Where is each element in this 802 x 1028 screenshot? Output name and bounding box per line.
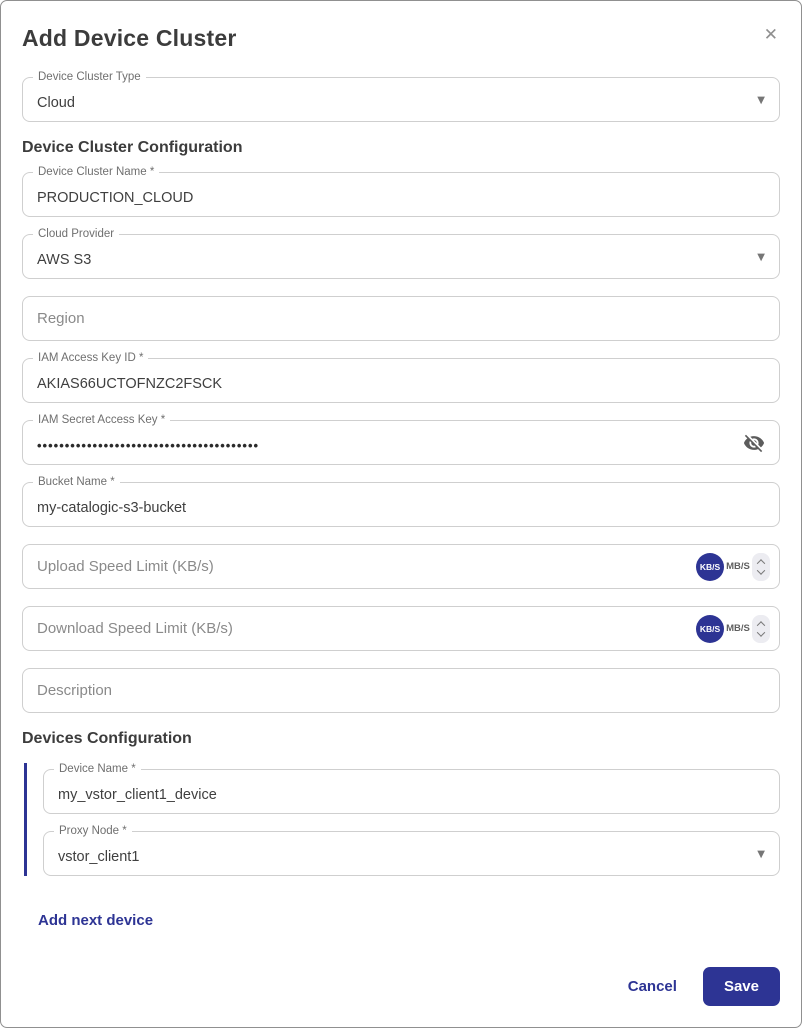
devices-configuration-heading: Devices Configuration [22,730,192,747]
cloud-provider-label: Cloud Provider [33,228,120,242]
cluster-configuration-heading: Device Cluster Configuration [22,139,243,156]
device-cluster-type-label: Device Cluster Type [33,71,146,85]
iam-secret-access-key-label: IAM Secret Access Key * [33,414,171,428]
download-speed-limit-field: KB/S MB/S [22,606,780,651]
add-device-cluster-modal: Add Device Cluster ✕ Device Cluster Type… [0,0,802,1028]
device-name-label: Device Name * [54,763,141,777]
save-button[interactable]: Save [702,967,780,1006]
upload-unit-kbps-toggle[interactable]: KB/S [696,552,724,581]
description-field [22,668,780,713]
upload-unit-toggle: KB/S MB/S [696,552,770,581]
toggle-secret-visibility-button[interactable] [741,430,767,456]
upload-speed-limit-field: KB/S MB/S [22,544,780,589]
upload-speed-stepper[interactable] [752,552,770,581]
iam-access-key-id-field: IAM Access Key ID * [22,352,780,403]
cloud-provider-value: AWS S3 [37,251,92,268]
proxy-node-label: Proxy Node * [54,825,132,839]
stepper-down-icon [756,565,766,575]
cloud-provider-select[interactable]: Cloud Provider AWS S3 ▼ [22,228,780,279]
device-cluster-type-value: Cloud [37,94,75,111]
bucket-name-input[interactable] [23,483,779,526]
close-icon: ✕ [763,25,778,45]
device-name-input[interactable] [44,770,779,813]
bucket-name-field: Bucket Name * [22,476,780,527]
modal-footer: Cancel Save [628,967,780,1006]
download-speed-limit-input[interactable] [23,607,779,650]
stepper-down-icon [756,627,766,637]
download-speed-stepper[interactable] [752,614,770,643]
iam-access-key-id-label: IAM Access Key ID * [33,352,149,366]
device-group: Device Name * Proxy Node * vstor_client1… [24,763,780,876]
region-input[interactable] [23,297,779,340]
add-next-device-button[interactable]: Add next device [38,912,153,929]
description-input[interactable] [23,669,779,712]
download-unit-kbps-toggle[interactable]: KB/S [696,614,724,643]
device-cluster-name-field: Device Cluster Name * [22,166,780,217]
visibility-off-icon [743,434,765,452]
page-title: Add Device Cluster [22,25,237,51]
proxy-node-value: vstor_client1 [58,848,140,865]
modal-header: Add Device Cluster ✕ [22,25,780,52]
cancel-button[interactable]: Cancel [628,978,677,995]
device-cluster-type-select[interactable]: Device Cluster Type Cloud ▼ [22,71,780,122]
device-name-field: Device Name * [43,763,780,814]
proxy-node-select[interactable]: Proxy Node * vstor_client1 ▼ [43,825,780,876]
download-unit-mbps-toggle[interactable]: MB/S [726,623,750,634]
device-cluster-name-label: Device Cluster Name * [33,166,160,180]
bucket-name-label: Bucket Name * [33,476,120,490]
upload-speed-limit-input[interactable] [23,545,779,588]
close-button[interactable]: ✕ [760,23,782,48]
iam-secret-access-key-field: IAM Secret Access Key * [22,414,780,465]
region-field [22,296,780,341]
download-unit-toggle: KB/S MB/S [696,614,770,643]
upload-unit-mbps-toggle[interactable]: MB/S [726,561,750,572]
